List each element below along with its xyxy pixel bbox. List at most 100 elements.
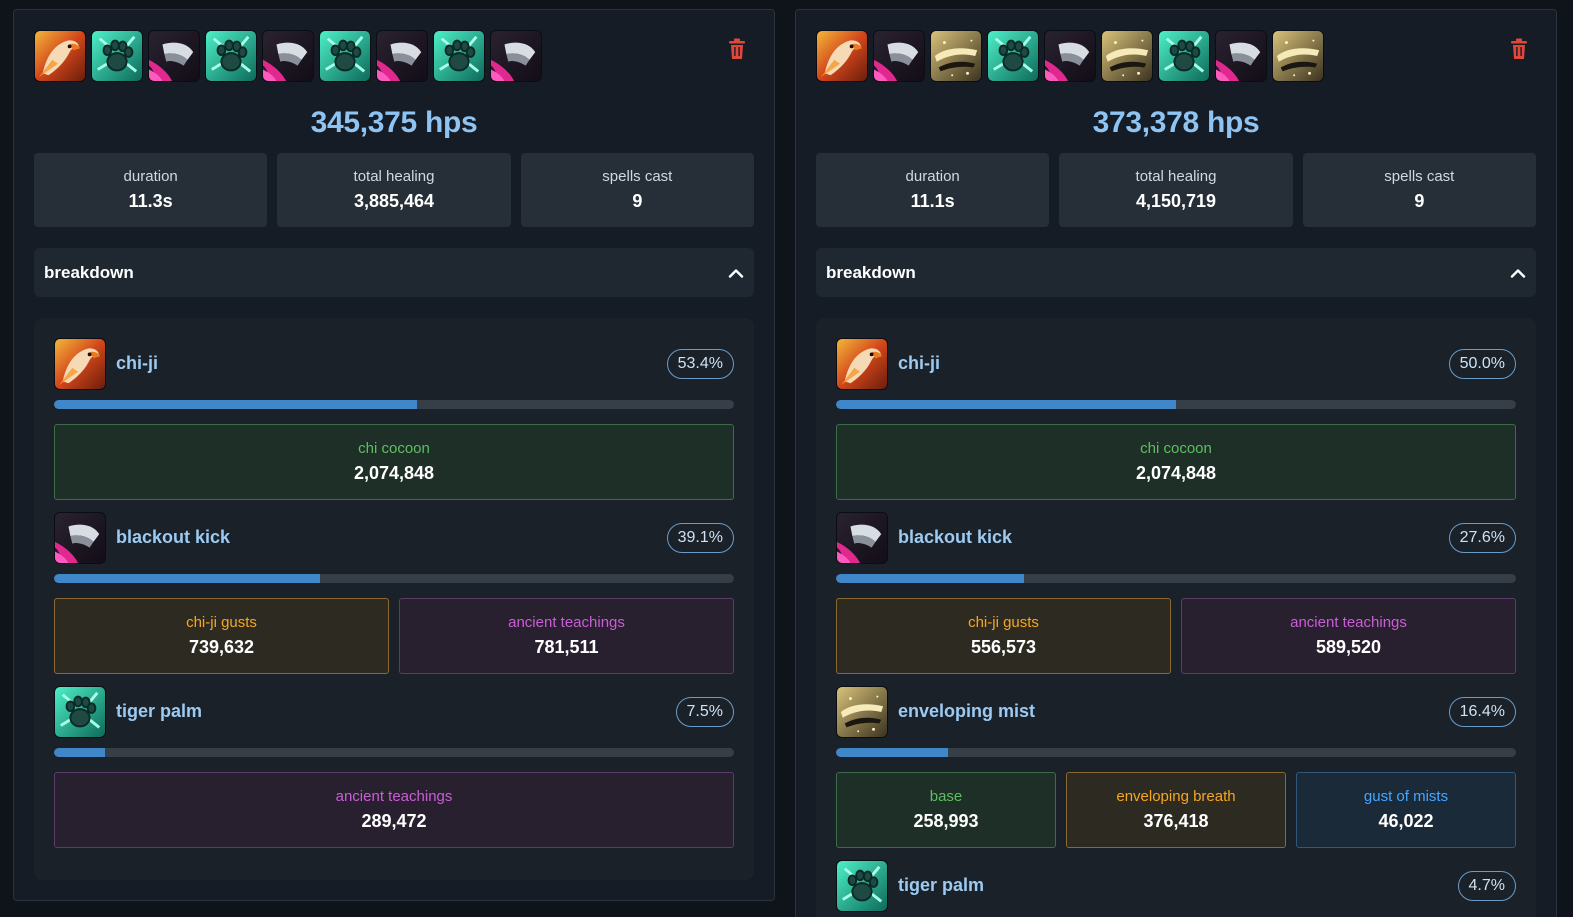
sub-source-value: 589,520 [1315,637,1382,657]
sub-source-label: base [929,788,963,805]
share-bar [836,748,1516,757]
stats-row: duration 11.3s total healing 3,885,464 spell… [34,153,754,227]
sub-source-label: gust of mists [1363,788,1449,805]
spell-breakdown-item: blackout kick 39.1% chi-ji gusts 739,632 anc… [54,512,734,674]
sub-source-card: chi-ji gusts 556,573 [836,598,1171,674]
sub-source-card: chi cocoon 2,074,848 [54,424,734,500]
spell-name: blackout kick [116,527,231,547]
enveloping-mist-icon[interactable] [930,30,982,82]
sub-source-row: base 258,993 enveloping breath 376,418 gust … [836,772,1516,848]
sub-source-value: 556,573 [970,637,1037,657]
spell-header: blackout kick 39.1% [54,512,734,564]
spell-header: chi-ji 50.0% [836,338,1516,390]
sub-source-card: gust of mists 46,022 [1296,772,1516,848]
spell-name: tiger palm [116,701,203,721]
sub-source-value: 2,074,848 [353,463,435,483]
share-bar-fill [836,574,1024,583]
spell-header: chi-ji 53.4% [54,338,734,390]
sub-source-value: 46,022 [1378,811,1434,831]
percent-badge: 50.0% [1448,349,1516,379]
share-bar [836,400,1516,409]
blackout-kick-icon[interactable] [376,30,428,82]
stat-label: spells cast [602,168,673,185]
delete-sequence-button[interactable] [728,38,746,60]
sub-source-card: ancient teachings 289,472 [54,772,734,848]
sub-source-value: 258,993 [913,811,979,831]
sub-source-value: 289,472 [361,811,427,831]
sub-source-card: chi cocoon 2,074,848 [836,424,1516,500]
delete-sequence-button[interactable] [1510,38,1528,60]
percent-badge: 39.1% [666,523,734,553]
sub-source-label: chi cocoon [1140,440,1212,457]
stat-label: spells cast [1384,168,1455,185]
blackout-kick-icon[interactable] [262,30,314,82]
chi-ji-icon[interactable] [816,30,868,82]
sub-source-label: chi-ji gusts [186,614,257,631]
tiger-palm-icon[interactable] [433,30,485,82]
share-bar-fill [54,748,105,757]
stat-label: duration [123,168,178,185]
sub-source-label: enveloping breath [1116,788,1236,805]
tiger-palm-icon[interactable] [91,30,143,82]
tiger-palm-icon[interactable] [319,30,371,82]
spell-sequence [816,30,1324,82]
blackout-kick-icon[interactable] [490,30,542,82]
share-bar [836,574,1516,583]
spell-name: enveloping mist [898,701,1036,721]
sub-source-row: chi-ji gusts 739,632 ancient teachings 781,… [54,598,734,674]
spell-name: chi-ji [898,353,941,373]
spell-breakdown-item: tiger palm 7.5% ancient teachings 289,472 [54,686,734,848]
sub-source-value: 781,511 [534,637,599,657]
spell-header: tiger palm 4.7% [836,860,1516,912]
sub-source-card: ancient teachings 589,520 [1181,598,1516,674]
percent-badge: 53.4% [666,349,734,379]
spell-breakdown-item: tiger palm 4.7% [836,860,1516,912]
blackout-kick-icon[interactable] [148,30,200,82]
breakdown-title: breakdown [826,262,916,282]
tiger-palm-icon[interactable] [987,30,1039,82]
sub-source-card: enveloping breath 376,418 [1066,772,1286,848]
stat-card: spells cast 9 [1302,153,1536,227]
sub-source-value: 739,632 [188,637,255,657]
chi-ji-icon [836,338,888,390]
spell-name: chi-ji [116,353,159,373]
share-bar [54,400,734,409]
blackout-kick-icon [54,512,106,564]
sub-source-card: ancient teachings 781,511 [399,598,734,674]
tiger-palm-icon[interactable] [1158,30,1210,82]
sub-source-label: chi-ji gusts [968,614,1039,631]
spell-name: blackout kick [898,527,1013,547]
stat-card: duration 11.1s [816,153,1050,227]
stat-label: duration [905,168,960,185]
percent-badge: 4.7% [1457,871,1516,901]
breakdown-toggle[interactable]: breakdown [34,248,754,297]
enveloping-mist-icon[interactable] [1101,30,1153,82]
sub-source-label: ancient teachings [508,614,625,631]
tiger-palm-icon [54,686,106,738]
stat-value: 9 [1414,191,1425,211]
chevron-up-icon [728,268,744,278]
breakdown-toggle[interactable]: breakdown [816,248,1536,297]
stat-card: spells cast 9 [520,153,754,227]
hps-value: 373,378 hps [1092,106,1260,139]
percent-badge: 7.5% [675,697,734,727]
blackout-kick-icon[interactable] [1215,30,1267,82]
share-bar-fill [836,748,948,757]
stat-card: duration 11.3s [34,153,268,227]
stat-value: 11.3s [128,191,173,211]
tiger-palm-icon[interactable] [205,30,257,82]
spell-sequence [34,30,542,82]
share-bar-fill [54,400,418,409]
sub-source-value: 2,074,848 [1135,463,1217,483]
share-bar [54,574,734,583]
blackout-kick-icon[interactable] [873,30,925,82]
chi-ji-icon[interactable] [34,30,86,82]
enveloping-mist-icon[interactable] [1272,30,1324,82]
sub-source-card: base 258,993 [836,772,1056,848]
stat-label: total healing [353,168,435,185]
spell-breakdown-item: blackout kick 27.6% chi-ji gusts 556,573 anc… [836,512,1516,674]
sub-source-row: ancient teachings 289,472 [54,772,734,848]
blackout-kick-icon[interactable] [1044,30,1096,82]
spell-breakdown-item: enveloping mist 16.4% base 258,993 envelopin… [836,686,1516,848]
sub-source-card: chi-ji gusts 739,632 [54,598,389,674]
